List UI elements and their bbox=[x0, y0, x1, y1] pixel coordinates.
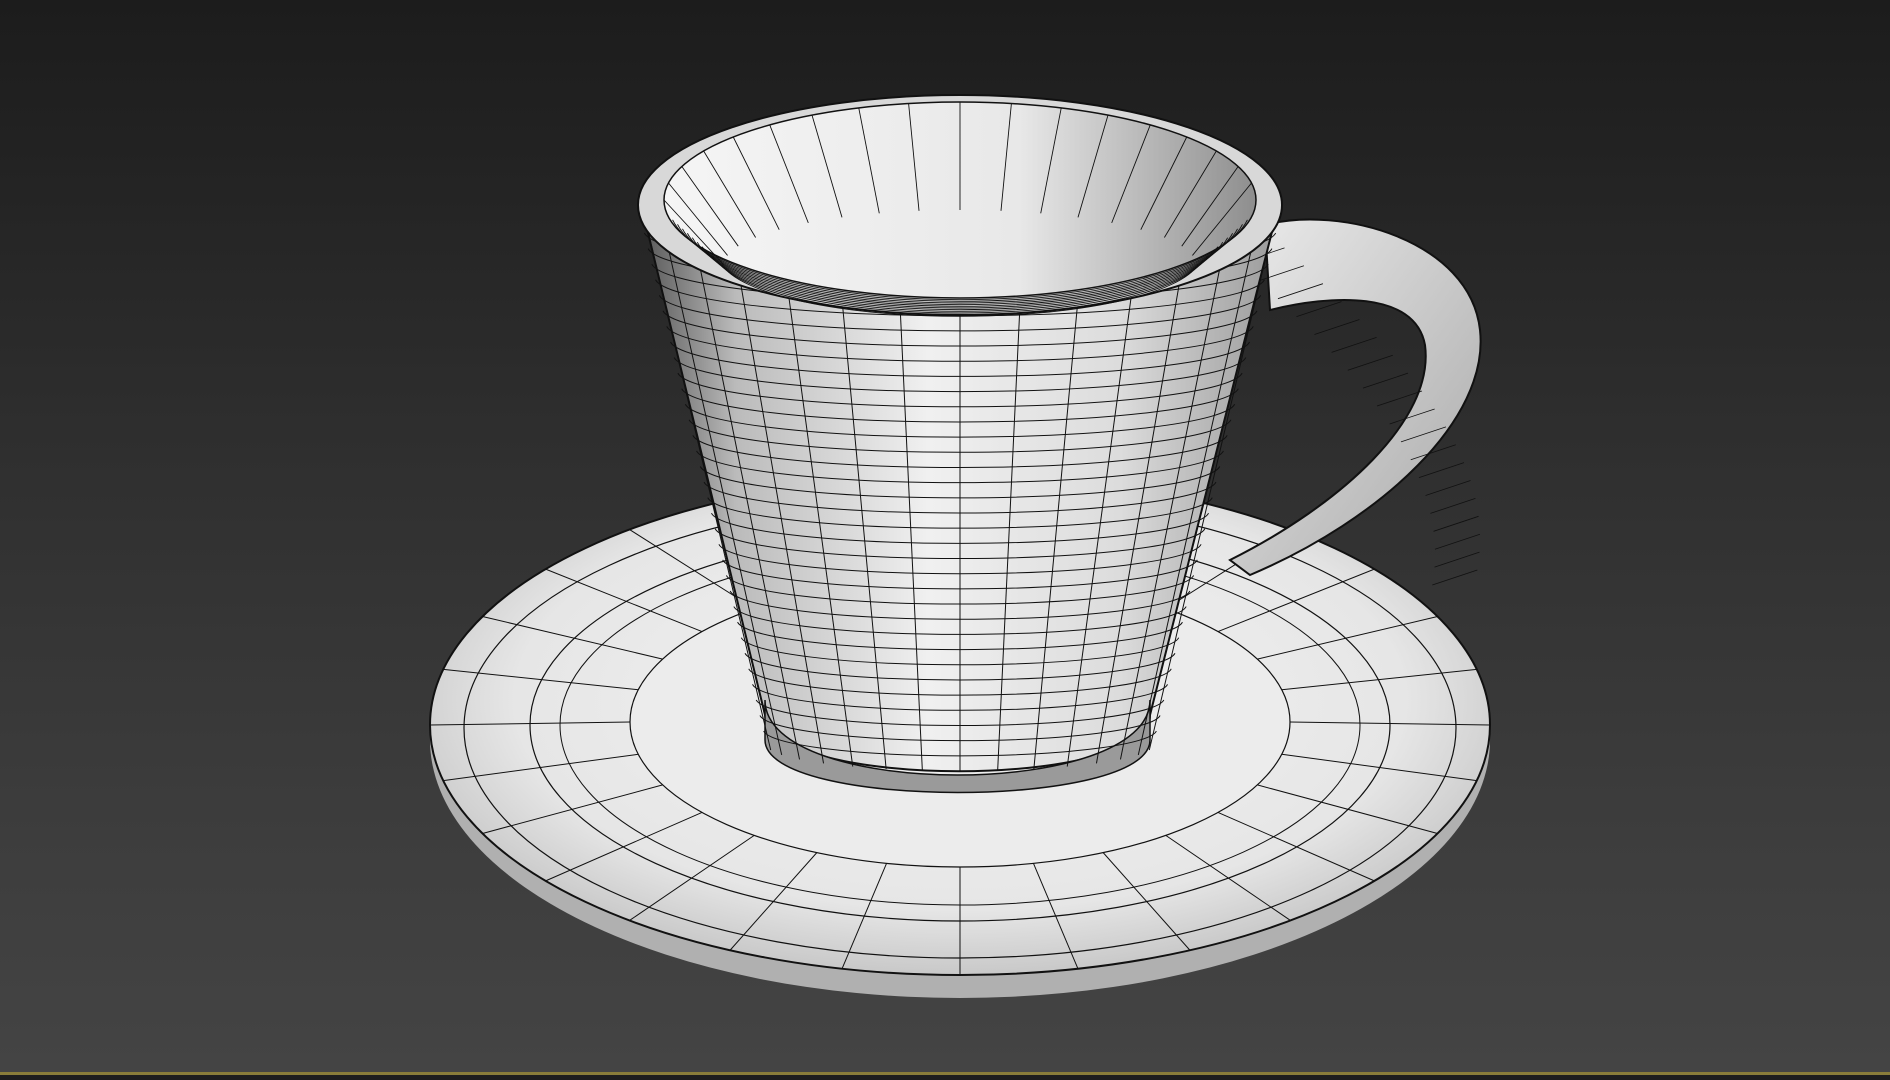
3d-viewport[interactable] bbox=[0, 0, 1890, 1072]
viewport-footer bbox=[0, 1075, 1890, 1080]
scene-render[interactable] bbox=[0, 0, 1890, 1072]
